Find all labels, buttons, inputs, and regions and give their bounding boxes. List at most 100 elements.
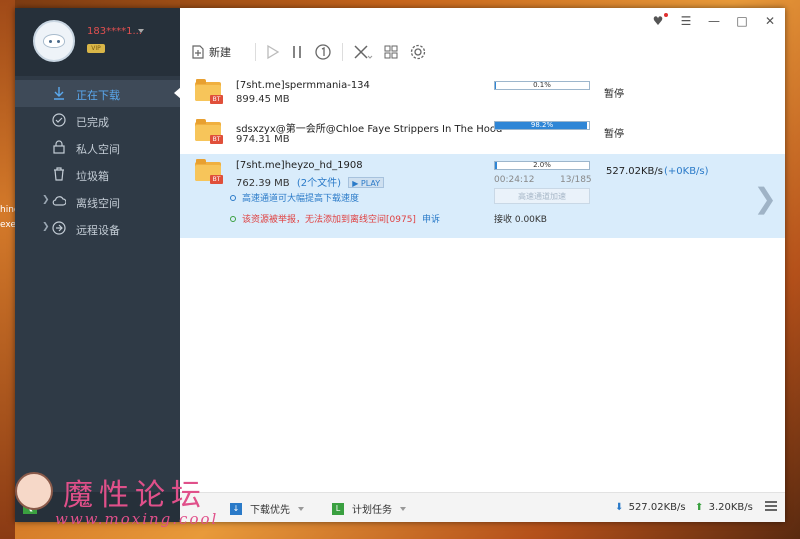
notification-dot: [664, 13, 668, 17]
avatar-eye: [57, 40, 60, 43]
new-task-button[interactable]: 新建: [190, 44, 245, 60]
sidebar-item-private-space[interactable]: 私人空间: [15, 134, 180, 161]
file-name: sdsxzyx@第一会所@Chloe Faye Strippers In The…: [236, 124, 503, 135]
avatar[interactable]: [33, 20, 75, 62]
sidebar-item-label: 垃圾箱: [76, 170, 109, 183]
warning-text: 该资源被举报，无法添加到离线空间[0975]: [242, 215, 416, 225]
reported-warning: 该资源被举报，无法添加到离线空间[0975] 申诉: [230, 212, 440, 225]
priority-button[interactable]: [314, 43, 332, 61]
desktop-background-strip: [0, 0, 15, 539]
download-arrow-icon: [54, 87, 64, 100]
file-size: 899.45 MB: [236, 94, 290, 105]
sidebar-item-label: 正在下载: [76, 89, 120, 102]
tip-text: 高速通道可大幅提高下载速度: [242, 194, 360, 204]
download-list: BT [7sht.me]spermmania-134 899.45 MB 0.1…: [180, 74, 785, 238]
vip-badge[interactable]: VIP: [87, 44, 105, 53]
schedule-label: 计划任务: [352, 505, 392, 516]
window-controls: ♥ ☰ — □ ✕: [651, 13, 777, 28]
sidebar-item-downloading[interactable]: 正在下载: [15, 80, 181, 107]
file-count-link[interactable]: (2个文件): [297, 178, 341, 189]
play-label: PLAY: [360, 179, 381, 188]
status-menu-icon[interactable]: [765, 501, 777, 513]
sidebar-item-remote-device[interactable]: ❯ 远程设备: [15, 215, 180, 242]
toolbar-separator: [342, 43, 343, 61]
maximize-icon[interactable]: □: [735, 14, 749, 28]
file-size: 762.39 MB: [236, 178, 290, 189]
cloud-icon: [52, 196, 66, 206]
appeal-link[interactable]: 申诉: [422, 212, 440, 225]
caret-down-icon: [298, 506, 304, 511]
pause-icon: [293, 46, 301, 58]
upload-speed-value: 3.20KB/s: [708, 502, 753, 513]
new-file-icon: [192, 45, 204, 59]
scheduled-tasks-menu[interactable]: L 计划任务: [332, 501, 406, 516]
file-size: 974.31 MB: [236, 134, 290, 145]
close-icon[interactable]: ✕: [763, 14, 777, 28]
sidebar-item-offline-space[interactable]: ❯ 离线空间: [15, 188, 180, 215]
delete-x-icon: [354, 45, 373, 59]
priority-one-icon: [315, 44, 331, 60]
trash-icon: [54, 167, 64, 181]
desktop-fragment: exe: [0, 220, 16, 230]
delete-button[interactable]: [353, 44, 373, 60]
high-speed-tip[interactable]: 高速通道可大幅提高下载速度: [230, 191, 359, 204]
grid-icon: [384, 45, 398, 59]
piece-count: 13/185: [560, 175, 592, 185]
site-watermark: 魔性论坛 www.moxing.cool: [15, 466, 235, 532]
expand-details-chevron-icon[interactable]: ❯: [754, 182, 777, 215]
toolbar-separator: [255, 43, 256, 61]
grid-view-button[interactable]: [383, 44, 399, 60]
sidebar-item-completed[interactable]: 已完成: [15, 107, 180, 134]
expand-chevron-icon[interactable]: ❯: [42, 195, 50, 205]
watermark-url: www.moxing.cool: [55, 510, 219, 528]
username[interactable]: 183****1...: [87, 26, 142, 37]
play-icon: [267, 44, 280, 60]
start-button[interactable]: [266, 44, 280, 60]
sidebar-item-label: 已完成: [76, 116, 109, 129]
minimize-icon[interactable]: —: [707, 14, 721, 28]
sidebar-item-trash[interactable]: 垃圾箱: [15, 161, 180, 188]
sidebar-item-label: 私人空间: [76, 143, 120, 156]
avatar-eye: [49, 40, 52, 43]
upload-arrow-icon: ⬆: [695, 502, 704, 513]
progress-text: 2.0%: [533, 161, 551, 169]
play-button[interactable]: ▶ PLAY: [348, 177, 385, 188]
user-menu-caret-icon[interactable]: [138, 29, 144, 33]
total-download-speed: ⬇ 527.02KB/s: [615, 502, 686, 513]
progress-bar: 2.0%: [494, 161, 590, 170]
download-arrow-icon: ⬇: [615, 502, 624, 513]
status-bar: ↓ 下载优先 L 计划任务 ⬇ 527.02KB/s ⬆ 3.20KB/s: [180, 492, 785, 522]
settings-button[interactable]: [409, 43, 427, 61]
file-size-line: 762.39 MB (2个文件) ▶ PLAY: [236, 174, 385, 189]
high-speed-accelerate-button[interactable]: 高速通道加速: [494, 188, 590, 204]
priority-label: 下载优先: [250, 505, 290, 516]
pause-button[interactable]: [290, 44, 304, 60]
check-circle-icon: [52, 113, 66, 127]
main-menu-icon[interactable]: ☰: [679, 14, 693, 28]
notification-bird-icon[interactable]: ♥: [651, 13, 668, 28]
progress-bar: 0.1%: [494, 81, 590, 90]
sidebar-item-label: 远程设备: [76, 224, 120, 237]
sidebar: 183****1... VIP 正在下载 已完成 私人空间 垃圾箱 ❯ 离线空间…: [15, 8, 181, 522]
watermark-title: 魔性论坛: [63, 478, 207, 513]
expand-chevron-icon[interactable]: ❯: [42, 222, 50, 232]
download-row[interactable]: BT [7sht.me]spermmania-134 899.45 MB 0.1…: [180, 74, 785, 114]
download-speed: 527.02KB/s: [606, 166, 663, 177]
download-speed-value: 527.02KB/s: [628, 502, 686, 513]
sidebar-item-label: 离线空间: [76, 197, 120, 210]
elapsed-time: 00:24:12: [494, 175, 535, 185]
lock-icon: [53, 140, 65, 154]
download-row-selected[interactable]: BT [7sht.me]heyzo_hd_1908 762.39 MB (2个文…: [180, 154, 785, 238]
file-name: [7sht.me]spermmania-134: [236, 80, 370, 91]
new-task-label: 新建: [209, 46, 231, 59]
bt-folder-icon: BT: [195, 159, 223, 184]
toolbar: 新建: [190, 40, 437, 64]
accelerated-speed: (+0KB/s): [664, 166, 709, 177]
download-row[interactable]: BT sdsxzyx@第一会所@Chloe Faye Strippers In …: [180, 114, 785, 154]
user-profile: 183****1... VIP: [15, 8, 180, 76]
total-upload-speed: ⬆ 3.20KB/s: [695, 502, 753, 513]
info-dot-icon: [230, 194, 236, 201]
bt-folder-icon: BT: [195, 119, 223, 144]
bt-folder-icon: BT: [195, 79, 223, 104]
download-priority-menu[interactable]: ↓ 下载优先: [230, 501, 304, 516]
